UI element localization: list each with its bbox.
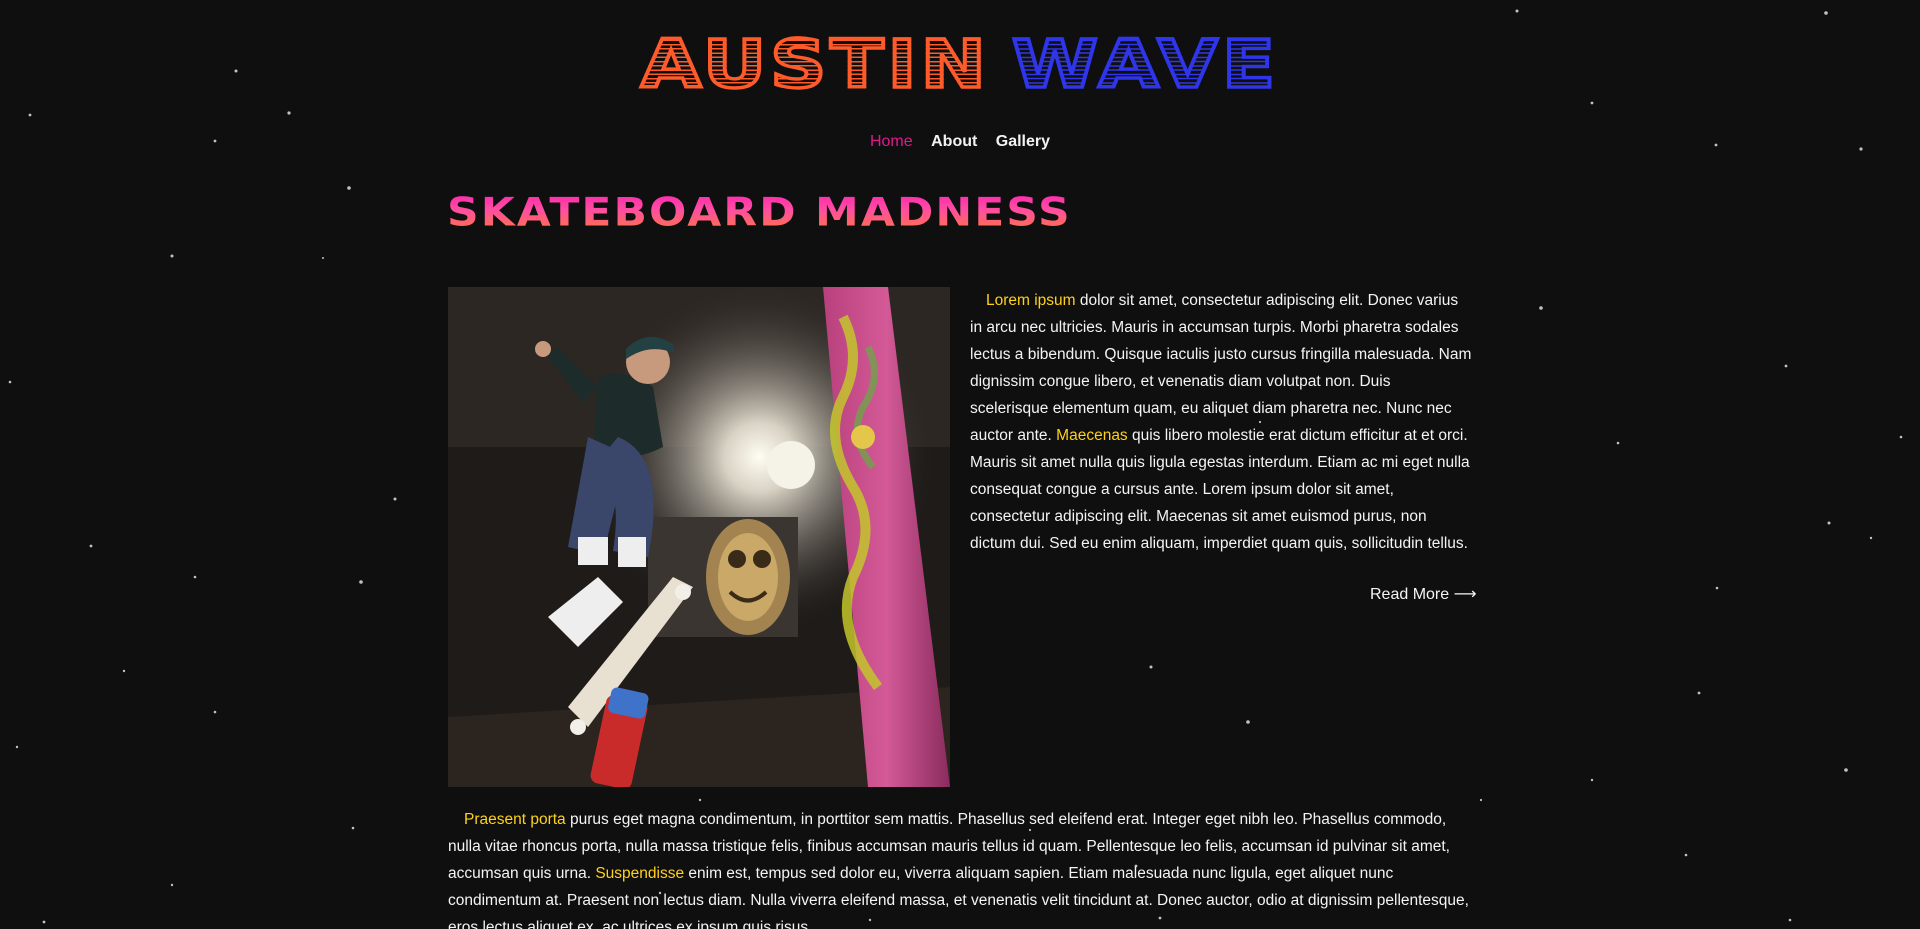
article-body: Praesent porta purus eget magna condimen… [448,806,1478,929]
nav-home-link[interactable]: Home [870,133,913,151]
logo-word-austin: AUSTIN [639,25,990,105]
main-nav: Home About Gallery [0,133,1920,151]
article-intro: Lorem ipsum dolor sit amet, consectetur … [970,287,1472,557]
intro-text-2: quis libero molestie erat dictum efficit… [970,427,1470,552]
article-title: SKATEBOARD MADNESS [447,189,1072,236]
read-more-link[interactable]: Read More ⟶ [1370,584,1477,604]
intro-text-1: dolor sit amet, consectetur adipiscing e… [970,292,1472,444]
site-logo[interactable]: AUSTIN WAVE [0,25,1920,105]
nav-about-link[interactable]: About [931,133,977,151]
page: AUSTIN WAVE Home About Gallery SKATEBOARD… [0,0,1920,929]
intro-highlight-2: Maecenas [1056,427,1128,444]
intro-highlight-1: Lorem ipsum [986,292,1076,309]
skateboarder-photo [448,287,950,787]
body-highlight-2: Suspendisse [595,865,685,882]
nav-gallery-link[interactable]: Gallery [996,133,1050,151]
logo-word-wave: WAVE [1010,25,1280,105]
body-highlight-1: Praesent porta [464,811,566,828]
